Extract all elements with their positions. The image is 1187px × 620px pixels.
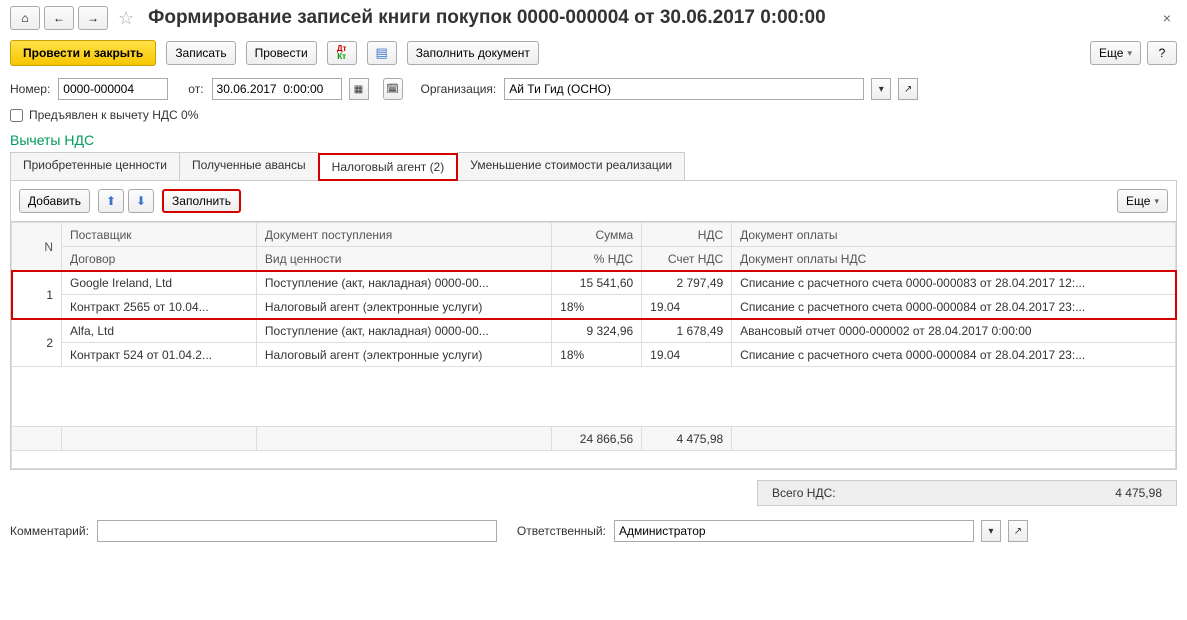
table-footer: 24 866,56 4 475,98	[12, 427, 1176, 451]
col-kind: Вид ценности	[256, 247, 551, 271]
tab-tax-agent[interactable]: Налоговый агент (2)	[318, 153, 459, 181]
cell-acct: 19.04	[642, 295, 732, 319]
col-supplier: Поставщик	[62, 223, 257, 247]
timeline-icon[interactable]: 🗓	[383, 78, 403, 100]
cell-sum: 15 541,60	[552, 271, 642, 295]
footer-nds: 4 475,98	[642, 427, 732, 451]
resp-input[interactable]	[614, 520, 974, 542]
number-label: Номер:	[10, 82, 50, 96]
vat0-label: Предъявлен к вычету НДС 0%	[29, 108, 198, 122]
tab-advances[interactable]: Полученные авансы	[179, 152, 319, 180]
add-button[interactable]: Добавить	[19, 189, 90, 213]
cell-n: 1	[12, 271, 62, 319]
col-sum: Сумма	[552, 223, 642, 247]
cell-pay-nds: Списание с расчетного счета 0000-000084 …	[732, 295, 1176, 319]
cell-contract: Контракт 524 от 01.04.2...	[62, 343, 257, 367]
comment-input[interactable]	[97, 520, 497, 542]
cell-contract: Контракт 2565 от 10.04...	[62, 295, 257, 319]
col-pay: Документ оплаты	[732, 223, 1176, 247]
org-label: Организация:	[421, 82, 497, 96]
cell-nds: 2 797,49	[642, 271, 732, 295]
cell-pay: Авансовый отчет 0000-000002 от 28.04.201…	[732, 319, 1176, 343]
col-pay-nds: Документ оплаты НДС	[732, 247, 1176, 271]
cell-doc: Поступление (акт, накладная) 0000-00...	[256, 271, 551, 295]
post-button[interactable]: Провести	[246, 41, 317, 65]
col-pct: % НДС	[552, 247, 642, 271]
cell-kind: Налоговый агент (электронные услуги)	[256, 295, 551, 319]
cell-supplier: Alfa, Ltd	[62, 319, 257, 343]
totals-box: Всего НДС: 4 475,98	[757, 480, 1177, 506]
table-more-button[interactable]: Еще	[1117, 189, 1168, 213]
empty-row	[12, 367, 1176, 427]
vat0-checkbox[interactable]	[10, 109, 23, 122]
footer-sum: 24 866,56	[552, 427, 642, 451]
help-button[interactable]: ?	[1147, 41, 1177, 65]
document-icon: ▤	[376, 45, 388, 61]
tab-decrease[interactable]: Уменьшение стоимости реализации	[457, 152, 685, 180]
col-nds: НДС	[642, 223, 732, 247]
tab-values[interactable]: Приобретенные ценности	[10, 152, 180, 180]
fill-button[interactable]: Заполнить	[162, 189, 241, 213]
date-input[interactable]	[212, 78, 342, 100]
fill-document-button[interactable]: Заполнить документ	[407, 41, 539, 65]
cell-sum: 9 324,96	[552, 319, 642, 343]
forward-button[interactable]: →	[78, 6, 108, 30]
resp-dropdown-icon[interactable]: ▾	[981, 520, 1001, 542]
more-button[interactable]: Еще	[1090, 41, 1141, 65]
cell-pay-nds: Списание с расчетного счета 0000-000084 …	[732, 343, 1176, 367]
table-row[interactable]: 2 Alfa, Ltd Поступление (акт, накладная)…	[12, 319, 1176, 343]
cell-pct: 18%	[552, 295, 642, 319]
cell-n: 2	[12, 319, 62, 367]
dtkt-button[interactable]: ДтКт	[327, 41, 357, 65]
save-button[interactable]: Записать	[166, 41, 235, 65]
favorite-icon[interactable]: ☆	[118, 8, 134, 29]
table-row[interactable]: 1 Google Ireland, Ltd Поступление (акт, …	[12, 271, 1176, 295]
cell-supplier: Google Ireland, Ltd	[62, 271, 257, 295]
move-up-button[interactable]: ⬆	[98, 189, 124, 213]
cell-pay: Списание с расчетного счета 0000-000083 …	[732, 271, 1176, 295]
home-button[interactable]: ⌂	[10, 6, 40, 30]
org-open-icon[interactable]: ↗	[898, 78, 918, 100]
calendar-icon[interactable]: ▦	[349, 78, 369, 100]
col-contract: Договор	[62, 247, 257, 271]
comment-label: Комментарий:	[10, 524, 89, 538]
post-and-close-button[interactable]: Провести и закрыть	[10, 40, 156, 66]
close-icon[interactable]: ×	[1157, 10, 1177, 26]
totals-label: Всего НДС:	[772, 486, 836, 500]
totals-value: 4 475,98	[1115, 486, 1162, 500]
back-button[interactable]: ←	[44, 6, 74, 30]
resp-label: Ответственный:	[517, 524, 606, 538]
cell-doc: Поступление (акт, накладная) 0000-00...	[256, 319, 551, 343]
cell-pct: 18%	[552, 343, 642, 367]
cell-nds: 1 678,49	[642, 319, 732, 343]
section-title: Вычеты НДС	[0, 126, 1187, 152]
resp-open-icon[interactable]: ↗	[1008, 520, 1028, 542]
number-input[interactable]	[58, 78, 168, 100]
move-down-button[interactable]: ⬇	[128, 189, 154, 213]
col-n: N	[12, 223, 62, 271]
table-row[interactable]: Контракт 2565 от 10.04... Налоговый аген…	[12, 295, 1176, 319]
cell-kind: Налоговый агент (электронные услуги)	[256, 343, 551, 367]
report-button[interactable]: ▤	[367, 41, 397, 65]
org-input[interactable]	[504, 78, 864, 100]
date-label: от:	[188, 82, 203, 96]
table-row[interactable]: Контракт 524 от 01.04.2... Налоговый аге…	[12, 343, 1176, 367]
empty-row	[12, 451, 1176, 469]
cell-acct: 19.04	[642, 343, 732, 367]
page-title: Формирование записей книги покупок 0000-…	[148, 7, 826, 29]
org-dropdown-icon[interactable]: ▾	[871, 78, 891, 100]
col-acct: Счет НДС	[642, 247, 732, 271]
col-doc: Документ поступления	[256, 223, 551, 247]
